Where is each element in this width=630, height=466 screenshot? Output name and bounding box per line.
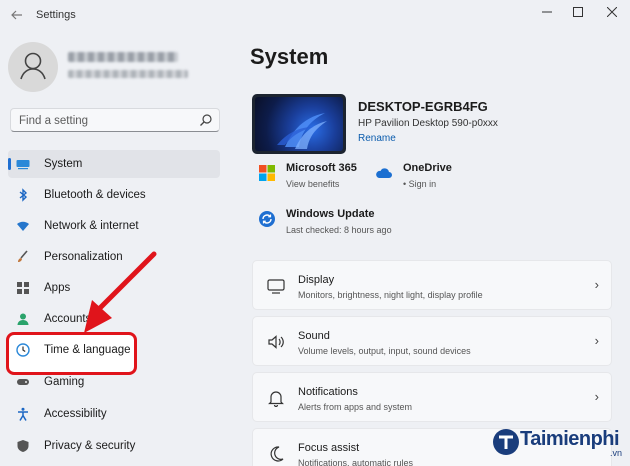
annotation-arrow	[84, 251, 157, 333]
watermark-text: Taimienphi	[520, 428, 620, 450]
watermark-t-icon	[493, 429, 519, 455]
settings-window: Settings Find a setting System Bluetooth…	[0, 0, 630, 466]
watermark-logo: Taimienphi .vn	[488, 424, 630, 466]
watermark-suffix: .vn	[610, 448, 623, 458]
